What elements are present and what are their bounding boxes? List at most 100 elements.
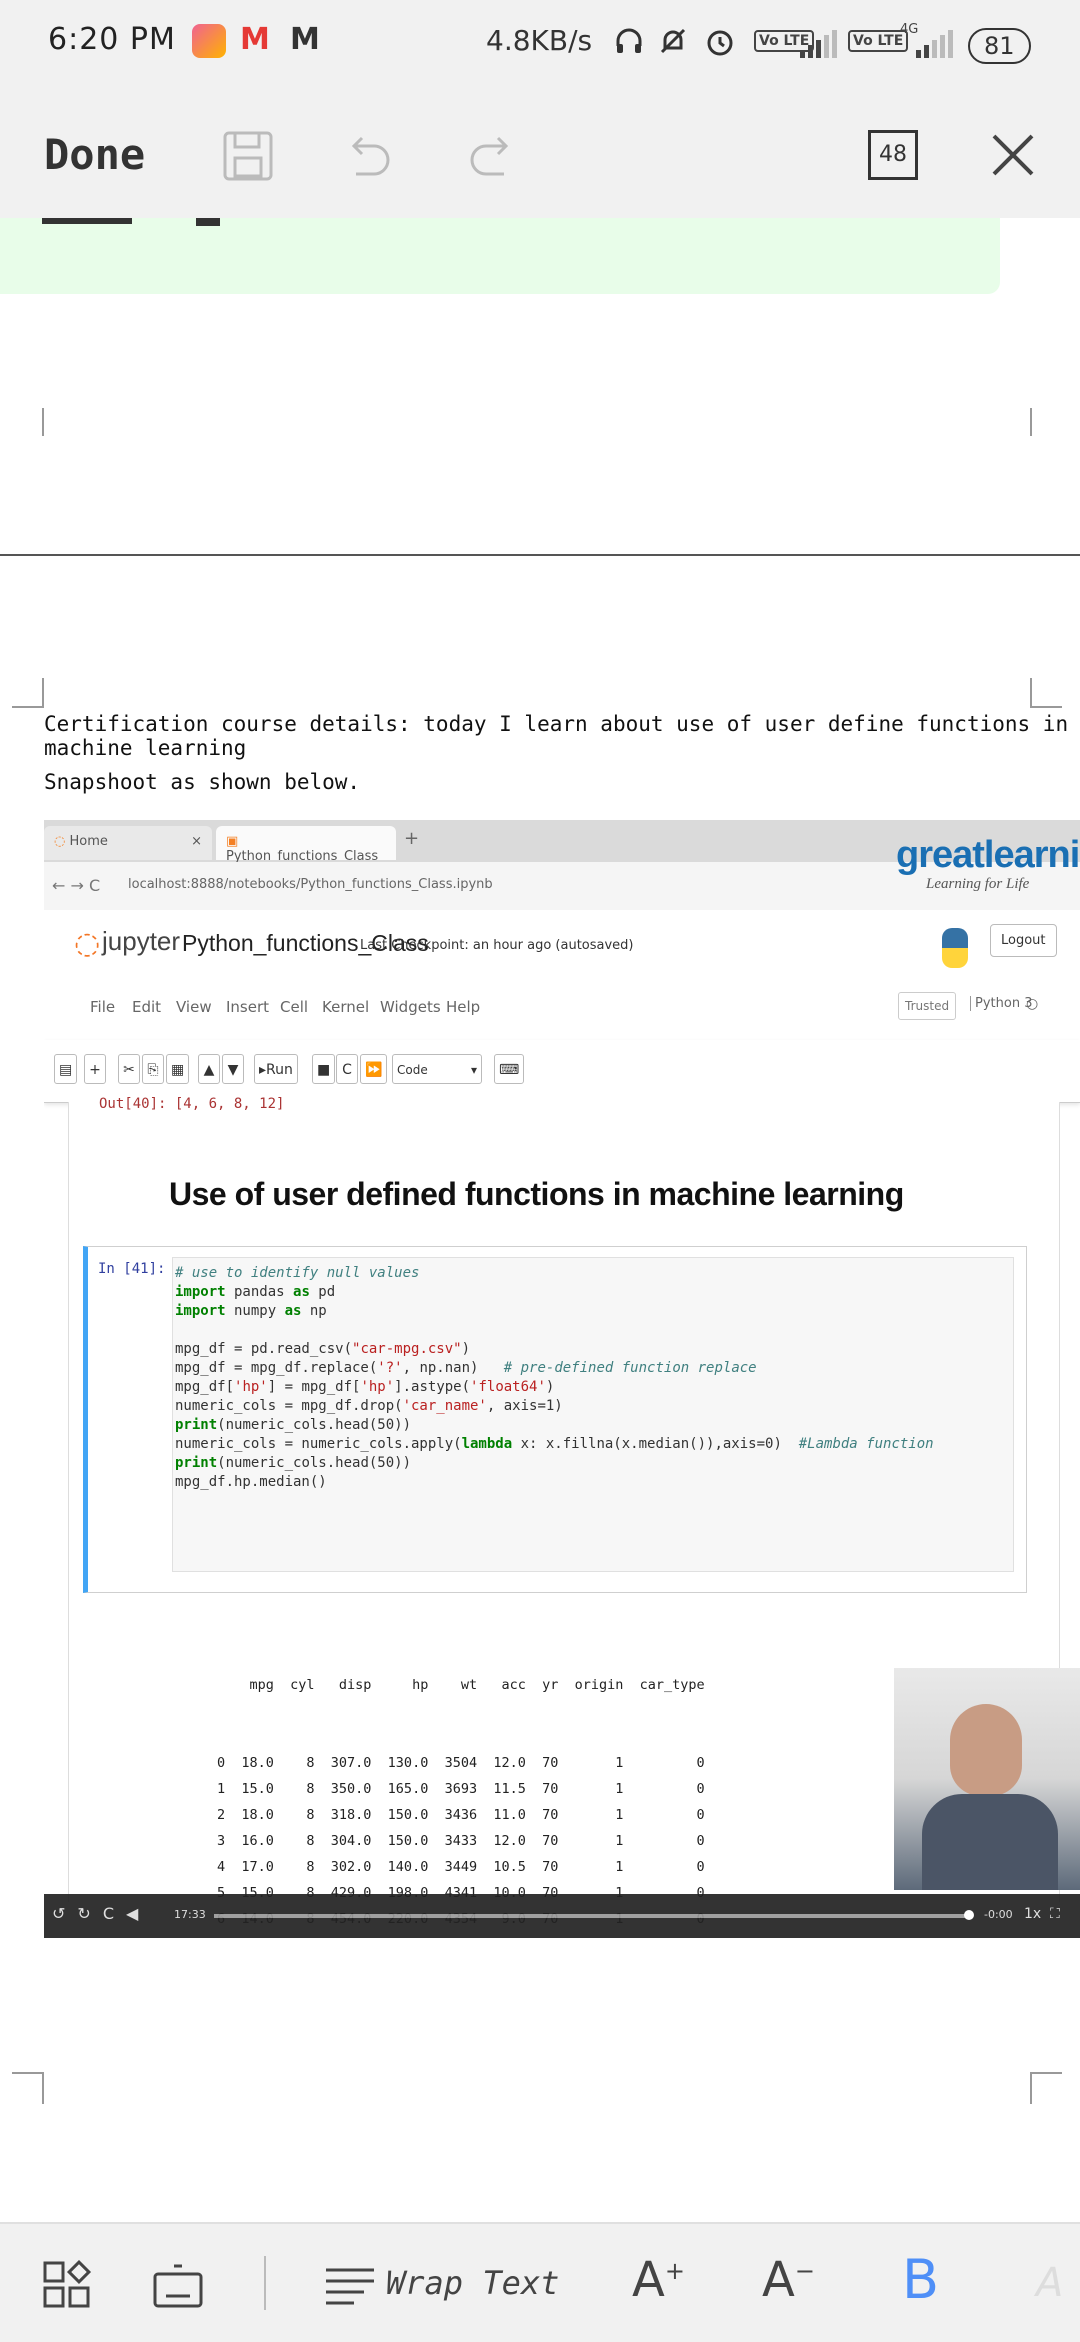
wrap-text-icon[interactable] <box>324 2264 376 2314</box>
markdown-heading: Use of user defined functions in machine… <box>169 1176 904 1212</box>
menu-insert[interactable]: Insert <box>226 998 269 1016</box>
chevron-down-icon: ▾ <box>470 1063 477 1077</box>
restart-run-all-button[interactable]: ⏩ <box>360 1054 388 1084</box>
run-icon: ▸ <box>259 1062 267 1078</box>
browser-tab-notebook[interactable]: ▣ Python_functions_Class × <box>216 826 396 879</box>
nav-arrows-icon[interactable]: ← → C <box>52 876 100 895</box>
cell-type-select[interactable]: Code ▾ <box>392 1054 482 1084</box>
done-button[interactable]: Done <box>44 130 145 179</box>
font-decrease-icon[interactable]: A− <box>762 2252 815 2308</box>
fullscreen-icon[interactable]: ⛶ <box>1050 1906 1060 1922</box>
page-divider <box>0 554 1080 556</box>
font-increase-icon[interactable]: A+ <box>632 2252 685 2308</box>
jupyter-logo-icon: ◌ <box>74 926 101 961</box>
code-line: mpg_df['hp'] = mpg_df['hp'].astype('floa… <box>175 1379 555 1395</box>
interrupt-button[interactable]: ■ <box>312 1054 336 1084</box>
editor-toolbar: Done 48 <box>0 88 1080 218</box>
video-player-bar: ↺↻C◀ 17:33 -0:00 1x ⛶ <box>44 1894 1080 1938</box>
code-line: # use to identify null values <box>175 1265 420 1281</box>
net-speed: 4.8KB/s <box>486 24 593 57</box>
save-notebook-button[interactable]: ▤ <box>54 1054 78 1084</box>
tab-close-icon[interactable]: × <box>191 834 202 849</box>
jupyter-toolbar: ▤ + ✂ ⎘ ▦ ▲ ▼ ▸Run ■ C ⏩ Code ▾ ⌨ <box>44 1040 1080 1103</box>
code-line: import numpy as np <box>175 1303 327 1319</box>
menu-view[interactable]: View <box>176 998 212 1016</box>
code-line: mpg_df.hp.median() <box>175 1474 327 1490</box>
menu-help[interactable]: Help <box>446 998 480 1016</box>
headset-icon <box>614 26 644 60</box>
doc-line-1: Certification course details: today I le… <box>44 712 1069 760</box>
output-header: mpg cyl disp hp wt acc yr origin car_typ… <box>217 1677 705 1693</box>
code-line: mpg_df = mpg_df.replace('?', np.nan) # p… <box>175 1360 757 1376</box>
doc-line-2: Snapshoot as shown below. <box>44 770 361 794</box>
seek-handle[interactable] <box>964 1910 974 1920</box>
move-up-button[interactable]: ▲ <box>198 1054 220 1084</box>
kernel-status-icon: ○ <box>1026 996 1039 1012</box>
greatlearning-logo: greatlearning <box>896 834 1080 876</box>
player-controls-icon[interactable]: ↺↻C◀ <box>52 1904 150 1923</box>
code-line: print(numeric_cols.head(50)) <box>175 1417 412 1433</box>
paste-button[interactable]: ▦ <box>166 1054 190 1084</box>
save-icon[interactable] <box>222 130 274 186</box>
bold-button[interactable]: B <box>902 2248 939 2311</box>
python-logo-icon <box>942 928 968 968</box>
cell-prompt: In [41]: <box>98 1261 166 1277</box>
new-tab-button[interactable]: + <box>404 828 419 849</box>
mute-bell-icon <box>658 26 688 60</box>
crop-mark <box>12 2072 44 2104</box>
menu-file[interactable]: File <box>90 998 115 1016</box>
redo-icon[interactable] <box>466 132 518 184</box>
status-time: 6:20 PM <box>48 22 176 57</box>
menu-edit[interactable]: Edit <box>132 998 161 1016</box>
browser-tab-home[interactable]: ◌ Home × <box>44 826 212 860</box>
move-down-button[interactable]: ▼ <box>222 1054 244 1084</box>
jupyter-logo-text: jupyter <box>102 926 181 956</box>
code-cell[interactable]: In [41]: # use to identify null values im… <box>83 1246 1027 1593</box>
wrap-text-button[interactable]: Wrap Text <box>386 2264 559 2302</box>
player-speed[interactable]: 1x <box>1024 1906 1041 1922</box>
output-row: 1 15.0 8 350.0 165.0 3693 11.5 70 1 0 <box>217 1781 705 1797</box>
menu-cell[interactable]: Cell <box>280 998 308 1016</box>
crop-mark <box>1030 678 1062 708</box>
crop-mark <box>12 678 44 708</box>
restart-button[interactable]: C <box>336 1054 358 1084</box>
run-button[interactable]: ▸Run <box>254 1054 298 1084</box>
menu-widgets[interactable]: Widgets <box>380 998 441 1016</box>
keyboard-icon[interactable] <box>152 2264 204 2314</box>
page-count-button[interactable]: 48 <box>868 130 918 180</box>
player-time: 17:33 <box>174 1908 206 1921</box>
crop-mark <box>1030 408 1032 436</box>
code-line: import pandas as pd <box>175 1284 336 1300</box>
alarm-icon <box>704 26 736 62</box>
url-text[interactable]: localhost:8888/notebooks/Python_function… <box>128 877 493 892</box>
instructor-shirt <box>922 1794 1058 1890</box>
copy-button[interactable]: ⎘ <box>142 1054 164 1084</box>
output-row: 2 18.0 8 318.0 150.0 3436 11.0 70 1 0 <box>217 1807 705 1823</box>
code-line: mpg_df = pd.read_csv("car-mpg.csv") <box>175 1341 471 1357</box>
trusted-indicator[interactable]: Trusted <box>898 992 957 1020</box>
crop-mark <box>1030 2072 1062 2104</box>
command-palette-button[interactable]: ⌨ <box>494 1054 525 1084</box>
menu-kernel[interactable]: Kernel <box>322 998 369 1016</box>
format-bar: Wrap Text A+ A− B A <box>0 2222 1080 2342</box>
logout-button[interactable]: Logout <box>990 924 1057 957</box>
code-line: numeric_cols = mpg_df.drop('car_name', a… <box>175 1398 563 1414</box>
battery-indicator: 81 <box>968 28 1031 64</box>
code-editor[interactable]: # use to identify null values import pand… <box>172 1257 1014 1572</box>
gmail-icon: M <box>240 22 270 57</box>
checkpoint-status: Last Checkpoint: an hour ago (autosaved) <box>360 938 634 953</box>
cut-button[interactable]: ✂ <box>118 1054 140 1084</box>
run-label: Run <box>266 1062 293 1078</box>
close-icon[interactable] <box>990 132 1036 182</box>
bar-divider <box>264 2256 266 2310</box>
cell-type-value: Code <box>397 1063 428 1077</box>
undo-icon[interactable] <box>342 132 394 184</box>
instructor-video-overlay <box>894 1668 1080 1890</box>
layout-grid-icon[interactable] <box>42 2259 92 2314</box>
italic-icon[interactable]: A <box>1036 2260 1063 2306</box>
embedded-screenshot[interactable]: ◌ Home × ▣ Python_functions_Class × + ← … <box>44 820 1080 1938</box>
seek-bar[interactable] <box>214 1914 970 1918</box>
add-cell-button[interactable]: + <box>84 1054 106 1084</box>
app-m-icon: M <box>290 22 320 57</box>
